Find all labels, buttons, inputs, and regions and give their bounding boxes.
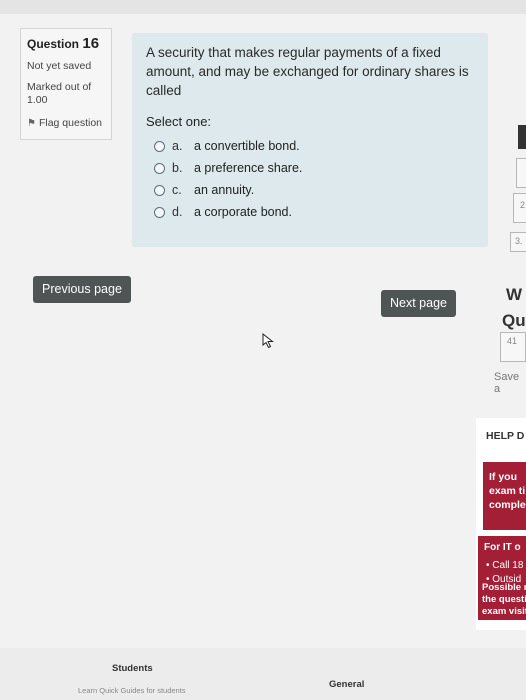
option-text: a preference share. bbox=[194, 161, 303, 175]
question-number: 16 bbox=[82, 35, 100, 52]
nav-box-3-label: 3. bbox=[515, 236, 523, 246]
help-note-line: exam ti bbox=[489, 485, 526, 497]
save-link[interactable]: Save a bbox=[494, 371, 526, 395]
possible-note: Possible r the questi exam visit bbox=[476, 582, 526, 618]
answer-option-b[interactable]: b. a preference share. bbox=[154, 157, 474, 179]
option-text: a corporate bond. bbox=[194, 205, 292, 219]
question-info-panel: Question 16 Not yet saved Marked out of … bbox=[20, 28, 112, 140]
footer-general-heading: General bbox=[329, 679, 365, 690]
possible-note-line: Possible r bbox=[482, 582, 526, 593]
option-letter: b. bbox=[172, 161, 183, 175]
answer-option-d[interactable]: d. a corporate bond. bbox=[154, 201, 474, 223]
question-status: Not yet saved bbox=[27, 60, 92, 72]
option-letter: c. bbox=[172, 183, 182, 197]
quiz-nav-box-3[interactable]: 3. bbox=[510, 232, 526, 252]
option-text: a convertible bond. bbox=[194, 139, 300, 153]
answer-option-c[interactable]: c. an annuity. bbox=[154, 179, 474, 201]
quiz-nav-box-41[interactable]: 41 bbox=[500, 332, 526, 362]
footer-quick-guides-link[interactable]: Learn Quick Guides for students bbox=[78, 686, 186, 695]
question-text: A security that makes regular payments o… bbox=[146, 45, 469, 98]
help-note-line: comple bbox=[489, 499, 526, 511]
question-marks: Marked out of 1.00 bbox=[27, 81, 111, 107]
select-one-prompt: Select one: bbox=[146, 114, 212, 129]
for-it-heading: For IT o bbox=[484, 542, 521, 553]
help-bullet-text: Call 18 bbox=[492, 560, 524, 571]
question-content: A security that makes regular payments o… bbox=[132, 33, 488, 247]
option-letter: a. bbox=[172, 139, 183, 153]
option-letter: d. bbox=[172, 205, 183, 219]
answer-options: a. a convertible bond. b. a preference s… bbox=[146, 135, 474, 223]
question-label: Question bbox=[27, 37, 80, 51]
question-heading: Question 16 bbox=[27, 35, 111, 52]
top-bar bbox=[0, 0, 526, 14]
marked-label: Marked out of bbox=[27, 81, 92, 93]
radio-button[interactable] bbox=[154, 206, 165, 218]
nav-box-2-label: 2 bbox=[520, 200, 526, 210]
flag-question-link[interactable]: ⚑ Flag question bbox=[27, 117, 111, 129]
possible-note-line: exam visit bbox=[482, 606, 526, 617]
quiz-nav-box-2[interactable]: 2 bbox=[513, 193, 526, 223]
side-heading-q: Qu bbox=[502, 311, 526, 330]
possible-note-line: the questi bbox=[482, 594, 526, 605]
radio-button[interactable] bbox=[154, 162, 165, 174]
flag-question-label: Flag question bbox=[38, 117, 103, 129]
side-heading-w: W bbox=[506, 285, 523, 304]
previous-page-button[interactable]: Previous page bbox=[33, 276, 131, 303]
nav-edge-block bbox=[518, 125, 526, 149]
radio-button[interactable] bbox=[154, 140, 165, 152]
help-note-line: If you bbox=[489, 471, 517, 483]
mouse-cursor-icon bbox=[262, 333, 274, 349]
marked-value: 1.00 bbox=[27, 94, 48, 106]
footer-students-heading: Students bbox=[112, 663, 153, 674]
radio-button[interactable] bbox=[154, 184, 165, 196]
help-note-box: If you exam ti comple bbox=[483, 462, 526, 530]
help-bullet: • Call 18 bbox=[486, 560, 524, 571]
help-title: HELP D bbox=[486, 430, 525, 442]
flag-icon: ⚑ bbox=[27, 117, 36, 129]
quiz-nav-box[interactable] bbox=[516, 158, 526, 188]
next-page-button[interactable]: Next page bbox=[381, 290, 456, 317]
option-text: an annuity. bbox=[194, 183, 255, 197]
answer-option-a[interactable]: a. a convertible bond. bbox=[154, 135, 474, 157]
help-panel: HELP D If you exam ti comple For IT o • … bbox=[476, 418, 526, 630]
nav-box-41-label: 41 bbox=[507, 336, 518, 346]
